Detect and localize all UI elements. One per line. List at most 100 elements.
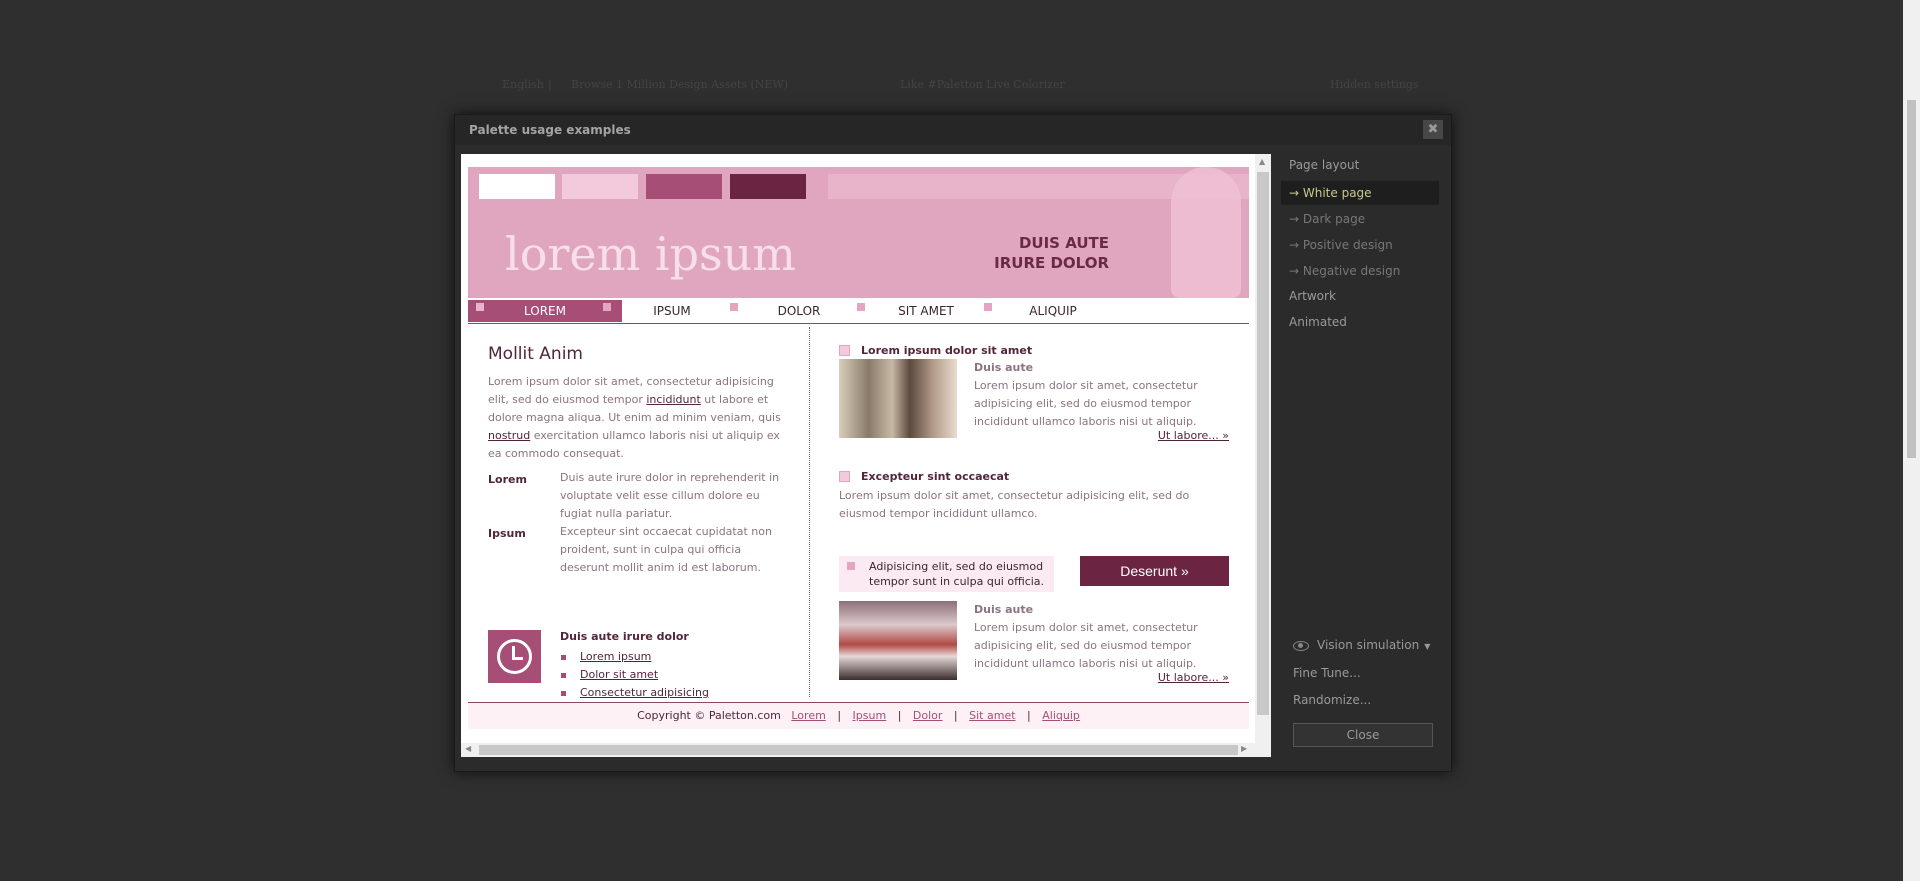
swatch-4 [730, 174, 806, 199]
footer-separator: | [953, 709, 958, 722]
nav-label: ALIQUIP [1029, 304, 1077, 318]
deserunt-button[interactable]: Deserunt » [1080, 556, 1229, 586]
scroll-right-arrow-icon[interactable]: ▶ [1241, 744, 1247, 753]
scroll-left-arrow-icon[interactable]: ◀ [465, 744, 471, 753]
article-1-text: Lorem ipsum dolor sit amet, consectetur … [974, 379, 1198, 428]
vision-simulation-dropdown[interactable]: Vision simulation ▼ [1293, 638, 1430, 652]
nav-bullet-icon [730, 303, 738, 311]
article-2-title: Excepteur sint occaecat [861, 470, 1010, 483]
footer-separator: | [1027, 709, 1031, 722]
bullet-icon [561, 673, 566, 678]
clock-icon [488, 630, 541, 683]
swatch-1 [479, 174, 555, 199]
nav-item-aliquip[interactable]: ALIQUIP [976, 300, 1130, 322]
page-scrollbar[interactable] [1903, 0, 1920, 881]
preview-vertical-scrollbar[interactable]: ▲ [1255, 154, 1271, 757]
article-1-title: Lorem ipsum dolor sit amet [861, 344, 1033, 357]
brand-logo: lorem ipsum [505, 227, 796, 281]
list-item: Dolor sit amet [560, 666, 709, 684]
callout-bullet-icon [847, 562, 855, 570]
list-item: Lorem ipsum [560, 648, 709, 666]
crowd-photo [839, 359, 957, 438]
chevron-down-icon: ▼ [1424, 642, 1431, 651]
preview-vertical-thumb[interactable] [1257, 172, 1269, 715]
list-link[interactable]: Dolor sit amet [580, 668, 658, 681]
sidebar-item-white-page[interactable]: → White page [1281, 181, 1439, 205]
background-site-bar: English | Browse 1 Million Design Assets… [480, 78, 1430, 98]
palette-usage-dialog: Palette usage examples ✖ lorem ipsum DUI… [454, 114, 1452, 772]
eye-icon [1293, 640, 1309, 651]
slogan-line-2: IRURE DOLOR [994, 254, 1109, 272]
article-3-text: Lorem ipsum dolor sit amet, consectetur … [974, 621, 1198, 670]
hidden-settings-link[interactable]: Hidden settings [1330, 78, 1419, 91]
callout-text: Adipisicing elit, sed do eiusmod tempor … [869, 560, 1045, 588]
link-list: Lorem ipsum Dolor sit amet Consectetur a… [560, 648, 709, 702]
footer-link-sit-amet[interactable]: Sit amet [969, 709, 1015, 722]
sidebar-item-negative-design[interactable]: → Negative design [1281, 259, 1439, 283]
sidebar-artwork[interactable]: Artwork [1289, 289, 1336, 303]
nav-bullet-icon [476, 303, 484, 311]
sidebar-page-layout[interactable]: Page layout [1289, 158, 1359, 172]
language-link[interactable]: English [502, 78, 544, 91]
read-more-link-1[interactable]: Ut labore... » [1158, 429, 1229, 442]
column-divider [809, 327, 810, 697]
nav-bullet-icon [857, 303, 865, 311]
swatch-3 [646, 174, 722, 199]
footer-separator: | [897, 709, 902, 722]
swatch-2 [562, 174, 638, 199]
heading-bullet-icon [839, 345, 850, 356]
randomize-link[interactable]: Randomize... [1293, 693, 1371, 707]
preview-frame: lorem ipsum DUIS AUTE IRURE DOLOR LOREM … [461, 154, 1271, 757]
preview-horizontal-thumb[interactable] [479, 745, 1238, 755]
sidebar-animated[interactable]: Animated [1289, 315, 1347, 329]
list-link[interactable]: Lorem ipsum [580, 650, 651, 663]
footer-separator: | [837, 709, 842, 722]
train-photo [839, 601, 957, 680]
dialog-title: Palette usage examples [469, 123, 631, 137]
main-nav: LOREM IPSUM DOLOR SIT AMET ALIQUIP [468, 298, 1249, 324]
list-link[interactable]: Consectetur adipisicing [580, 686, 709, 699]
bullet-icon [561, 655, 566, 660]
nav-bullet-icon [984, 303, 992, 311]
sidebar-item-dark-page[interactable]: → Dark page [1281, 207, 1439, 231]
close-button[interactable]: Close [1293, 723, 1433, 747]
content-area: Mollit Anim Lorem ipsum dolor sit amet, … [468, 324, 1249, 702]
heading-bullet-icon [839, 471, 850, 482]
sidebar-item-positive-design[interactable]: → Positive design [1281, 233, 1439, 257]
slogan: DUIS AUTE IRURE DOLOR [994, 233, 1109, 273]
nav-label: IPSUM [653, 304, 691, 318]
sidebar: Page layout → White page → Dark page → P… [1281, 147, 1441, 759]
list-item: Consectetur adipisicing [560, 684, 709, 702]
like-link[interactable]: Like #Paletton Live Colorizer [900, 78, 1065, 91]
nav-label: SIT AMET [898, 304, 954, 318]
dialog-close-icon[interactable]: ✖ [1423, 120, 1443, 139]
footer-link-dolor[interactable]: Dolor [913, 709, 943, 722]
footer-link-lorem[interactable]: Lorem [791, 709, 825, 722]
dialog-header: Palette usage examples ✖ [455, 115, 1451, 145]
read-more-link-2[interactable]: Ut labore... » [1158, 671, 1229, 684]
copyright-text: Copyright © Paletton.com [637, 709, 781, 722]
nav-bullet-icon [603, 303, 611, 311]
vision-label: Vision simulation [1317, 638, 1420, 652]
article-3-subtitle: Duis aute [974, 603, 1034, 616]
preview-horizontal-scrollbar[interactable]: ◀ ▶ [461, 743, 1255, 757]
callout-box: Adipisicing elit, sed do eiusmod tempor … [839, 556, 1054, 592]
silhouette-image [1171, 167, 1241, 298]
nav-label: LOREM [524, 304, 566, 318]
footer-link-ipsum[interactable]: Ipsum [853, 709, 887, 722]
example-page: lorem ipsum DUIS AUTE IRURE DOLOR LOREM … [468, 167, 1249, 729]
bar-separator: | [548, 78, 552, 91]
browse-assets-link[interactable]: Browse 1 Million Design Assets (NEW) [571, 78, 788, 91]
slogan-line-1: DUIS AUTE [1018, 234, 1109, 252]
article-1-subtitle: Duis aute [974, 361, 1034, 374]
list-title: Duis aute irure dolor [560, 630, 689, 643]
nav-label: DOLOR [777, 304, 821, 318]
fine-tune-link[interactable]: Fine Tune... [1293, 666, 1361, 680]
page-scrollbar-thumb[interactable] [1907, 100, 1916, 458]
scroll-up-arrow-icon[interactable]: ▲ [1259, 157, 1265, 166]
left-list-block: Duis aute irure dolor Lorem ipsum Dolor … [488, 344, 798, 704]
footer: Copyright © Paletton.com Lorem | Ipsum |… [468, 702, 1249, 729]
footer-link-aliquip[interactable]: Aliquip [1042, 709, 1080, 722]
article-2-text: Lorem ipsum dolor sit amet, consectetur … [839, 489, 1190, 520]
bullet-icon [561, 691, 566, 696]
